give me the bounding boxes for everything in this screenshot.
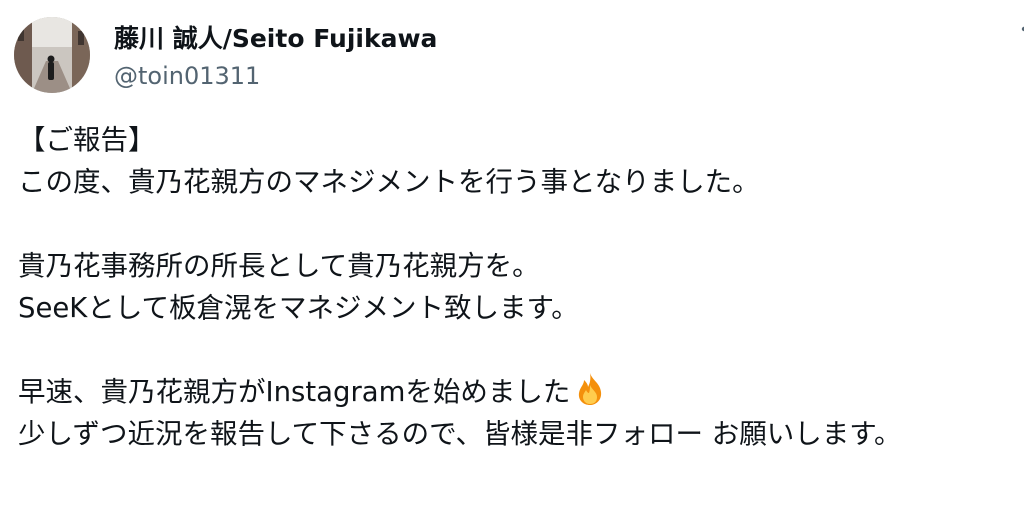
avatar[interactable] [14, 17, 90, 93]
tweet-text: 【ご報告】 この度、貴乃花親方のマネジメントを行う事となりました。 貴乃花事務所… [18, 119, 1018, 455]
tweet-line: この度、貴乃花親方のマネジメントを行う事となりました。 [18, 166, 760, 198]
tweet-line-text: 早速、貴乃花親方がInstagramを始めました [18, 376, 571, 408]
display-name[interactable]: 藤川 誠人/Seito Fujikawa [114, 22, 437, 56]
tweet-line: 少しずつ近況を報告して下さるので、皆様是非フォロー お願いします。 [18, 418, 902, 450]
fire-icon [572, 371, 608, 407]
tweet-line-with-emoji: 早速、貴乃花親方がInstagramを始めました [18, 371, 1018, 413]
tweet-line: 貴乃花事務所の所長として貴乃花親方を。 [18, 250, 540, 282]
more-icon[interactable] [1016, 26, 1024, 42]
tweet-line: SeeKとして板倉滉をマネジメント致します。 [18, 292, 579, 324]
avatar-photo [14, 17, 90, 93]
user-handle[interactable]: @toin01311 [114, 59, 437, 93]
tweet-line: 【ご報告】 [18, 124, 156, 156]
tweet-card: 藤川 誠人/Seito Fujikawa @toin01311 【ご報告】 この… [0, 0, 1024, 508]
tweet-author: 藤川 誠人/Seito Fujikawa @toin01311 [114, 22, 437, 93]
